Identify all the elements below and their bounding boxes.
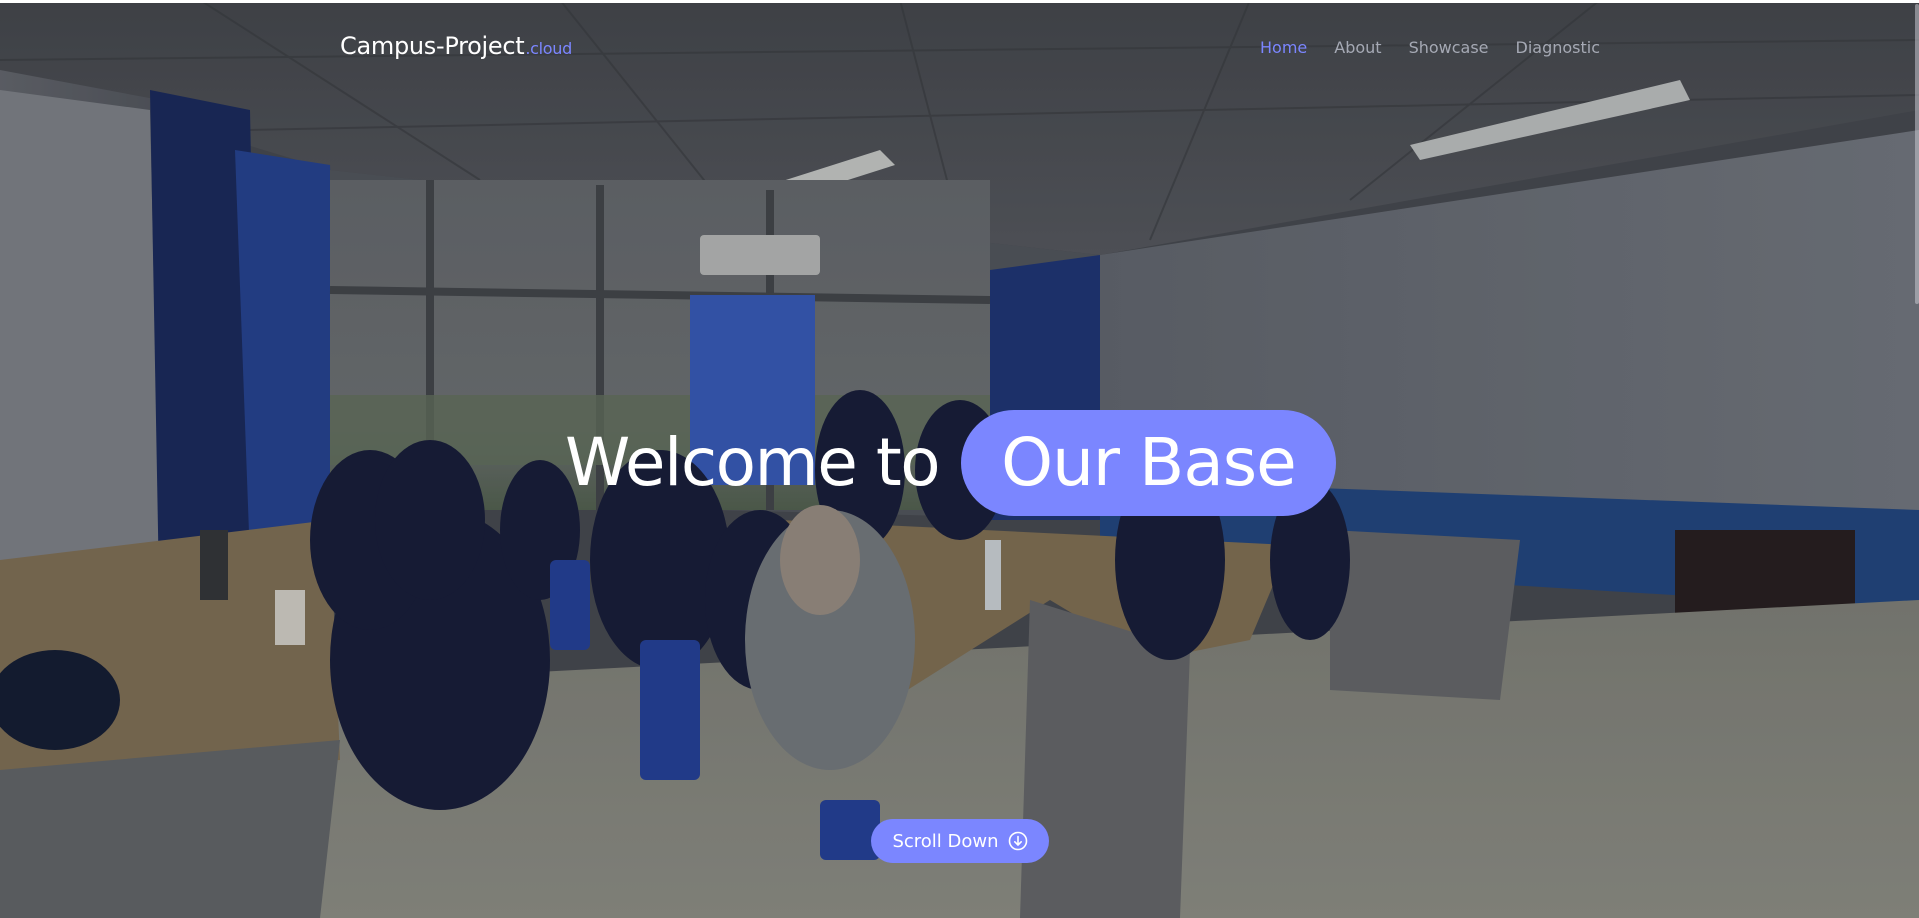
nav-menu: Home About Showcase Diagnostic [1260,38,1600,57]
scroll-down-label: Scroll Down [892,830,999,852]
headline-prefix: Welcome to [565,424,941,501]
brand-tld: .cloud [525,39,572,58]
navbar: Campus-Project.cloud Home About Showcase… [0,0,1919,96]
scrollbar-thumb[interactable] [1915,4,1919,304]
nav-link-home[interactable]: Home [1260,38,1307,57]
brand-name: Campus-Project [340,32,525,60]
scroll-down-button[interactable]: Scroll Down [871,819,1049,863]
brand-logo[interactable]: Campus-Project.cloud [340,32,572,60]
hero-section: Campus-Project.cloud Home About Showcase… [0,0,1919,918]
arrow-down-circle-icon [1008,831,1028,851]
headline-highlight-pill: Our Base [961,410,1336,516]
page-scrollbar[interactable] [1915,0,1919,918]
hero-headline: Welcome to Our Base [565,410,1336,516]
nav-link-about[interactable]: About [1334,38,1381,57]
nav-link-diagnostic[interactable]: Diagnostic [1516,38,1601,57]
nav-link-showcase[interactable]: Showcase [1409,38,1489,57]
